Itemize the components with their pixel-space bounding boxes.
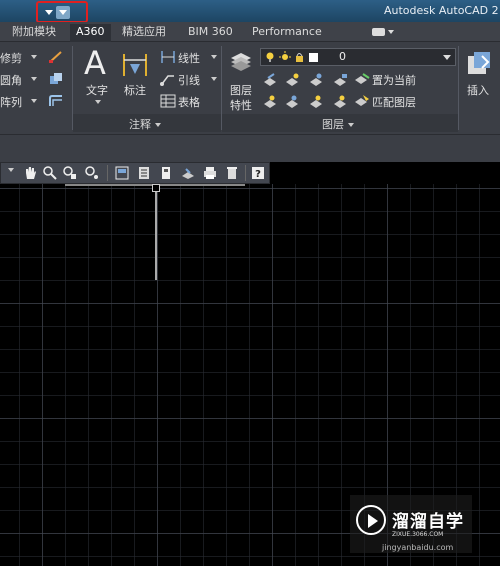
erase-icon[interactable] xyxy=(48,50,64,64)
insert-block-icon xyxy=(468,52,490,74)
chevron-down-icon xyxy=(155,123,161,127)
chevron-down-icon[interactable] xyxy=(95,100,101,104)
chevron-down-icon[interactable] xyxy=(211,55,217,59)
quick-access-highlight xyxy=(36,1,88,23)
trim-button[interactable]: 修剪 xyxy=(0,50,22,66)
ribbon: 修剪 圆角 阵列 A 文字 标注 线性 引线 表格 注释 图层 特性 0 置为当… xyxy=(0,42,500,134)
fillet-button[interactable]: 圆角 xyxy=(0,72,22,88)
layer-tools-row1-icons[interactable] xyxy=(262,72,350,88)
chevron-down-icon[interactable] xyxy=(8,168,14,172)
layer-tools-row2-icons[interactable] xyxy=(262,94,350,110)
copy-icon[interactable] xyxy=(48,72,64,86)
set-current-button[interactable]: 置为当前 xyxy=(372,72,416,88)
leader-icon xyxy=(160,75,174,86)
array-button[interactable]: 阵列 xyxy=(0,94,22,110)
layer-dropdown[interactable]: 0 xyxy=(260,48,456,66)
zoom-window-icon[interactable] xyxy=(63,166,77,180)
app-title: Autodesk AutoCAD 2 xyxy=(384,4,499,17)
tab-a360[interactable]: A360 xyxy=(70,24,111,42)
watermark-url: ZIXUE.3066.COM xyxy=(392,531,444,538)
match-layer-button[interactable]: 匹配图层 xyxy=(372,94,416,110)
crosshair-cursor xyxy=(155,186,157,280)
chevron-down-icon xyxy=(443,55,451,60)
tab-addins[interactable]: 附加模块 xyxy=(6,24,62,42)
dimension-icon xyxy=(123,54,147,76)
table-icon xyxy=(160,94,176,108)
ribbon-tabs: 附加模块 A360 精选应用 BIM 360 Performance xyxy=(0,22,500,42)
draw-order-icon[interactable] xyxy=(181,166,195,180)
text-button[interactable]: 文字 xyxy=(86,82,108,98)
file-tabs-strip xyxy=(0,134,500,162)
watermark-footer: jingyanbaidu.com xyxy=(382,543,454,552)
viewport-icon[interactable] xyxy=(115,166,129,180)
chevron-down-icon xyxy=(45,10,53,15)
help-icon[interactable]: ? xyxy=(251,166,265,180)
tab-bim360[interactable]: BIM 360 xyxy=(182,24,239,42)
print-icon[interactable] xyxy=(203,166,217,180)
chevron-down-icon xyxy=(348,123,354,127)
qat-dropdown-button[interactable] xyxy=(42,6,56,19)
zoom-realtime-icon[interactable] xyxy=(43,166,57,180)
layer-properties-label-1[interactable]: 图层 xyxy=(230,82,252,98)
chevron-down-icon[interactable] xyxy=(31,99,37,103)
layout-icon[interactable] xyxy=(159,166,173,180)
pan-hand-icon[interactable] xyxy=(23,166,37,180)
leader-button[interactable]: 引线 xyxy=(178,72,200,88)
set-current-icon xyxy=(355,73,370,84)
layer-properties-icon xyxy=(231,53,251,71)
ribbon-minimize-button[interactable] xyxy=(372,26,400,38)
title-bar: Autodesk AutoCAD 2 xyxy=(0,0,500,23)
linear-button[interactable]: 线性 xyxy=(178,50,200,66)
linear-dimension-icon xyxy=(161,51,175,63)
table-button[interactable]: 表格 xyxy=(178,94,200,110)
play-logo-icon xyxy=(356,505,386,535)
chevron-down-icon[interactable] xyxy=(211,77,217,81)
dimension-button[interactable]: 标注 xyxy=(124,82,146,98)
navigation-toolbar: ? xyxy=(0,162,270,184)
chevron-down-icon[interactable] xyxy=(31,55,37,59)
sheet-icon[interactable] xyxy=(137,166,151,180)
insert-button[interactable]: 插入 xyxy=(467,82,489,98)
tab-featured-apps[interactable]: 精选应用 xyxy=(116,24,172,42)
svg-text:?: ? xyxy=(255,169,261,180)
chevron-down-icon[interactable] xyxy=(31,77,37,81)
match-layer-icon xyxy=(355,95,369,106)
qat-customize-button[interactable] xyxy=(56,6,70,19)
layer-properties-label-2[interactable]: 特性 xyxy=(230,97,252,113)
zoom-previous-icon[interactable] xyxy=(85,166,99,180)
trash-icon[interactable] xyxy=(225,166,239,180)
layer-state-icons xyxy=(266,51,318,62)
layers-panel-title[interactable]: 图层 xyxy=(322,116,354,132)
tab-performance[interactable]: Performance xyxy=(246,24,328,42)
text-icon: A xyxy=(84,44,106,82)
current-layer-value: 0 xyxy=(339,50,346,63)
chevron-down-icon xyxy=(59,10,67,15)
crosshair-pickbox xyxy=(152,184,160,192)
annotation-panel-title[interactable]: 注释 xyxy=(129,116,161,132)
watermark-brand: 溜溜自学 xyxy=(392,512,464,532)
offset-icon[interactable] xyxy=(48,94,64,108)
